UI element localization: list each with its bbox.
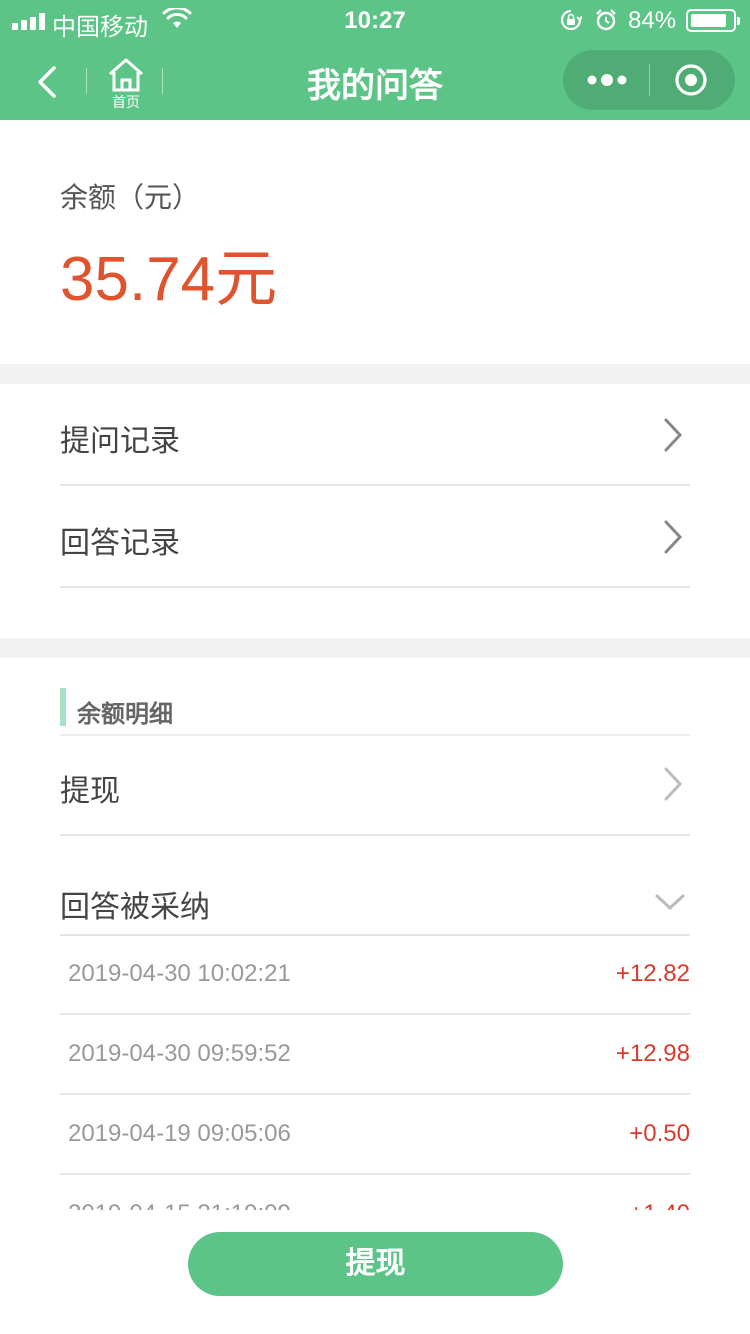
battery-icon: [686, 9, 740, 32]
record-amount: +1.40: [629, 1200, 690, 1210]
chevron-right-icon: [664, 767, 683, 801]
withdraw-row[interactable]: 提现: [60, 736, 690, 836]
chevron-down-icon: [655, 894, 685, 911]
rotation-lock-icon: [560, 9, 582, 31]
record-row: 2019-04-19 09:05:06 +0.50: [60, 1095, 690, 1175]
section-divider: [0, 364, 750, 384]
adopted-answers-label: 回答被采纳: [60, 891, 210, 924]
header: 中国移动 10:27 84% 首页 我的问答: [0, 0, 750, 120]
balance-label: 余额（元）: [60, 182, 201, 213]
adopted-answers-row[interactable]: 回答被采纳: [60, 836, 690, 936]
record-row: 2019-04-30 10:02:21 +12.82: [60, 935, 690, 1015]
status-bar: 中国移动 10:27 84%: [0, 0, 750, 41]
question-records-row[interactable]: 提问记录: [60, 384, 690, 486]
record-amount: +12.82: [615, 960, 690, 987]
withdraw-label: 提现: [60, 775, 120, 808]
capsule-divider: [649, 64, 650, 96]
chevron-right-icon: [664, 418, 683, 452]
record-date: 2019-04-19 09:05:06: [68, 1120, 291, 1147]
mini-program-capsule: [563, 50, 735, 110]
question-records-label: 提问记录: [60, 425, 180, 458]
withdraw-button[interactable]: 提现: [188, 1232, 563, 1296]
section-title: 余额明细: [77, 701, 173, 728]
balance-amount: 35.74元: [60, 245, 278, 314]
record-amount: +0.50: [629, 1120, 690, 1147]
answer-records-label: 回答记录: [60, 527, 180, 560]
record-row: 2019-04-30 09:59:52 +12.98: [60, 1015, 690, 1095]
section-divider: [0, 638, 750, 658]
records-list[interactable]: 2019-04-30 10:02:21 +12.82 2019-04-30 09…: [0, 935, 750, 1210]
record-date: 2019-04-30 09:59:52: [68, 1040, 291, 1067]
record-amount: +12.98: [615, 1040, 690, 1067]
record-date: 2019-04-30 10:02:21: [68, 960, 291, 987]
balance-details-header: 余额明细: [60, 688, 690, 736]
record-date: 2019-04-15 21:19:09: [68, 1200, 291, 1210]
record-row: 2019-04-15 21:19:09 +1.40: [60, 1175, 690, 1210]
chevron-right-icon: [664, 520, 683, 554]
close-icon[interactable]: [674, 63, 708, 97]
battery-percent: 84%: [628, 7, 677, 34]
more-icon[interactable]: [585, 68, 629, 92]
section-accent-bar: [60, 688, 66, 726]
answer-records-row[interactable]: 回答记录: [60, 486, 690, 588]
alarm-icon: [596, 9, 616, 31]
